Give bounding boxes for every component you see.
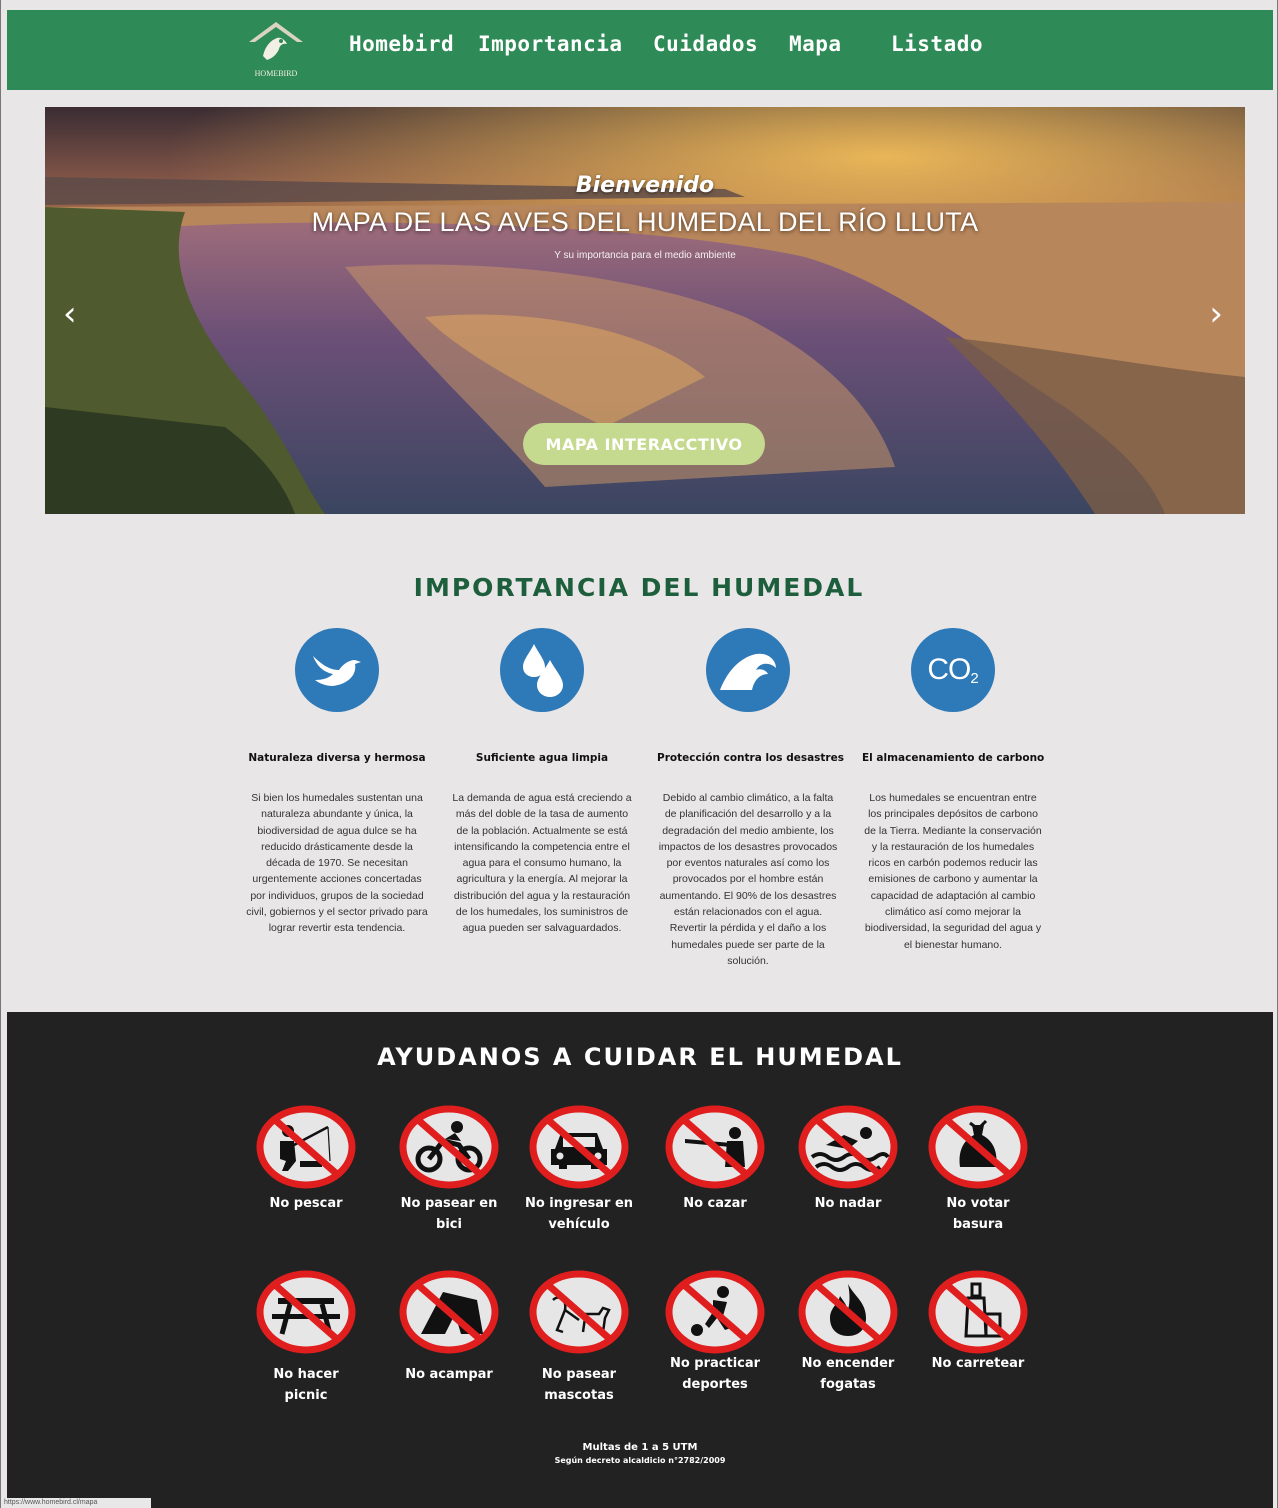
fine-decree: Según decreto alcaldicio n°2782/2009 xyxy=(554,1456,726,1465)
rule-label: No pasear mascotas xyxy=(541,1367,617,1403)
no-littering-icon xyxy=(928,1105,1028,1189)
importance-heading: Suficiente agua limpia xyxy=(475,752,609,764)
rule-label: No votar basura xyxy=(946,1196,1010,1232)
rule-no-sports: No practicar deportes xyxy=(650,1270,780,1395)
rule-no-vehicle: No ingresar en vehículo xyxy=(514,1105,644,1235)
rule-no-swimming: No nadar xyxy=(783,1105,913,1214)
importance-item-water: Suficiente agua limpia La demanda de agu… xyxy=(451,628,633,937)
importance-item-nature: Naturaleza diversa y hermosa Si bien los… xyxy=(246,628,428,937)
rule-label: No hacer picnic xyxy=(273,1367,339,1403)
bird-icon xyxy=(295,628,379,712)
no-party-icon xyxy=(928,1270,1028,1354)
no-vehicle-icon xyxy=(529,1105,629,1189)
browser-status-url: https://www.homebird.cl/mapa xyxy=(1,1498,151,1508)
rule-no-picnic: No hacer picnic xyxy=(241,1270,371,1406)
rule-no-pets: No pasear mascotas xyxy=(514,1270,644,1406)
hero-title: MAPA DE LAS AVES DEL HUMEDAL DEL RÍO LLU… xyxy=(311,207,979,237)
no-sports-icon xyxy=(665,1270,765,1354)
importance-heading: Naturaleza diversa y hermosa xyxy=(248,752,426,764)
rule-no-fishing: No pescar xyxy=(241,1105,371,1214)
water-drops-icon xyxy=(500,628,584,712)
top-navbar: HOMEBIRD Homebird Importancia Cuidados M… xyxy=(7,10,1273,90)
co2-icon: CO 2 xyxy=(911,628,995,712)
fine-notice: Multas de 1 a 5 UTM Según decreto alcald… xyxy=(7,1441,1273,1467)
hero-carousel: Bienvenido MAPA DE LAS AVES DEL HUMEDAL … xyxy=(45,107,1245,514)
importance-text: La demanda de agua está creciendo a más … xyxy=(452,792,632,935)
interactive-map-button[interactable]: MAPA INTERACCTIVO xyxy=(523,423,765,465)
no-swimming-icon xyxy=(798,1105,898,1189)
importance-text: Los humedales se encuentran entre los pr… xyxy=(864,792,1042,951)
rule-label: No pasear en bici xyxy=(400,1196,498,1232)
rule-label: No acampar xyxy=(405,1367,493,1382)
importance-text: Debido al cambio climático, a la falta d… xyxy=(658,792,838,967)
importance-item-disasters: Protección contra los desastres Debido a… xyxy=(657,628,844,969)
nav-link-listado[interactable]: Listado xyxy=(891,32,983,56)
fine-amount: Multas de 1 a 5 UTM xyxy=(582,1442,698,1453)
hero-subtitle: Y su importancia para el medio ambiente xyxy=(554,250,736,261)
no-bike-icon xyxy=(399,1105,499,1189)
rule-no-fire: No encender fogatas xyxy=(783,1270,913,1395)
rule-label: No ingresar en vehículo xyxy=(524,1196,634,1232)
importance-item-carbon: CO 2 El almacenamiento de carbono Los hum… xyxy=(862,628,1044,953)
rule-label: No encender fogatas xyxy=(801,1356,895,1392)
rule-no-littering: No votar basura xyxy=(913,1105,1043,1235)
carousel-next-arrow-icon[interactable]: › xyxy=(1209,297,1223,331)
importance-heading: El almacenamiento de carbono xyxy=(862,752,1045,764)
no-camping-icon xyxy=(399,1270,499,1354)
wave-icon xyxy=(706,628,790,712)
rule-no-party: No carretear xyxy=(913,1270,1043,1374)
hero-welcome-text: Bienvenido xyxy=(575,173,715,198)
nav-link-importancia[interactable]: Importancia xyxy=(478,32,623,56)
no-fire-icon xyxy=(798,1270,898,1354)
care-section-title: AYUDANOS A CUIDAR EL HUMEDAL xyxy=(377,1043,903,1071)
nav-link-cuidados[interactable]: Cuidados xyxy=(653,32,758,56)
carousel-prev-arrow-icon[interactable]: ‹ xyxy=(63,297,77,331)
rule-label: No practicar deportes xyxy=(669,1356,761,1392)
no-pets-icon xyxy=(529,1270,629,1354)
rule-no-bike: No pasear en bici xyxy=(384,1105,514,1235)
nav-link-mapa[interactable]: Mapa xyxy=(789,32,842,56)
rule-label: No pescar xyxy=(269,1196,343,1211)
importance-section-title: IMPORTANCIA DEL HUMEDAL xyxy=(413,573,865,602)
no-hunting-icon xyxy=(665,1105,765,1189)
rule-label: No nadar xyxy=(814,1196,882,1211)
importance-heading: Protección contra los desastres xyxy=(657,752,844,764)
importance-text: Si bien los humedales sustentan una natu… xyxy=(246,792,428,935)
no-fishing-icon xyxy=(256,1105,356,1189)
care-section: AYUDANOS A CUIDAR EL HUMEDAL No pescar N… xyxy=(7,1012,1273,1508)
rule-no-camping: No acampar xyxy=(384,1270,514,1385)
rule-no-hunting: No cazar xyxy=(650,1105,780,1214)
rule-label: No cazar xyxy=(683,1196,747,1211)
nav-link-homebird[interactable]: Homebird xyxy=(349,32,454,56)
rule-label: No carretear xyxy=(931,1356,1025,1371)
no-picnic-icon xyxy=(256,1270,356,1354)
